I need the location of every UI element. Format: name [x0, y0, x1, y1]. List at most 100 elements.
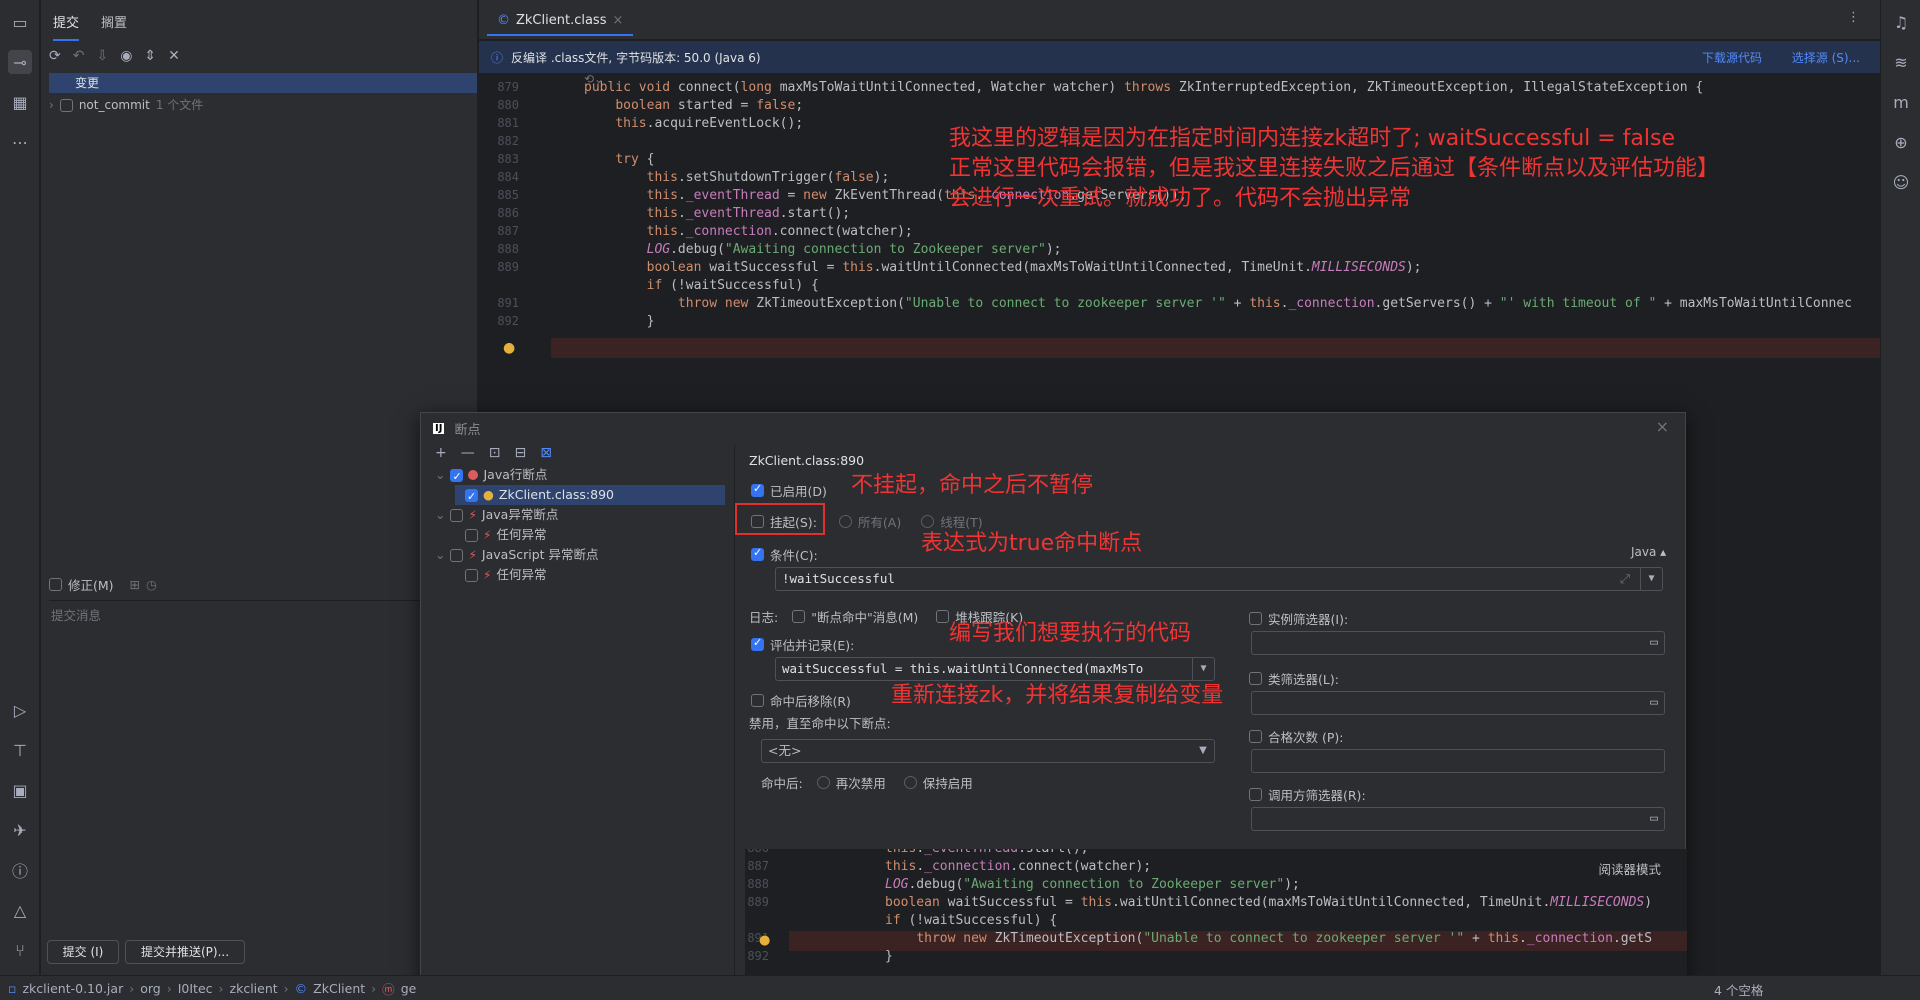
- instance-filter-checkbox[interactable]: [1249, 612, 1262, 625]
- any-exception-js-checkbox[interactable]: [465, 568, 478, 582]
- ai-assistant-icon[interactable]: ☺: [1889, 170, 1913, 194]
- jrebel-icon[interactable]: ✈: [8, 818, 32, 842]
- amend-checkbox[interactable]: [49, 578, 62, 591]
- any-exception-checkbox[interactable]: [465, 528, 478, 542]
- folder-icon[interactable]: ▭: [1650, 632, 1658, 654]
- java-exception-checkbox[interactable]: [450, 508, 464, 522]
- tab-shelf[interactable]: 搁置: [101, 12, 127, 41]
- project-icon[interactable]: ▭: [8, 10, 32, 34]
- instance-filter-input[interactable]: ▭: [1251, 631, 1665, 655]
- commit-options-icon[interactable]: ⊞: [130, 577, 140, 592]
- more-icon[interactable]: ⋯: [8, 130, 32, 154]
- suspend-checkbox[interactable]: [751, 515, 764, 528]
- folder-icon[interactable]: ▭: [1650, 692, 1658, 714]
- close-tab-icon[interactable]: ×: [612, 13, 623, 28]
- indent-info[interactable]: 4 个空格: [1714, 980, 1763, 999]
- group-by-class-icon[interactable]: ⊟: [514, 445, 526, 461]
- evaluate-dropdown-icon[interactable]: ▼: [1192, 658, 1214, 680]
- zkclient-890-checkbox[interactable]: [465, 487, 478, 507]
- commit-push-button[interactable]: 提交并推送(P)...: [125, 940, 245, 964]
- dialog-close-icon[interactable]: ×: [1656, 417, 1669, 436]
- tree-any-exception-java[interactable]: ⚡ 任何异常: [465, 525, 546, 545]
- condition-checkbox[interactable]: [751, 546, 764, 561]
- disable-again-radio[interactable]: [816, 776, 830, 789]
- run-icon[interactable]: ▷: [8, 698, 32, 722]
- rollback-icon[interactable]: ↶: [73, 48, 85, 64]
- class-filter-input[interactable]: ▭: [1251, 691, 1665, 715]
- commit-message-area[interactable]: 提交消息: [49, 600, 477, 940]
- plugin-icon[interactable]: ⊕: [1889, 130, 1913, 154]
- caller-filter-checkbox[interactable]: [1249, 788, 1262, 801]
- commit-button[interactable]: 提交 (I): [47, 940, 119, 964]
- group-by-file-icon[interactable]: ⊠: [540, 445, 552, 461]
- tab-menu-icon[interactable]: ⋮: [1847, 10, 1860, 25]
- tab-title: ZkClient.class: [516, 12, 607, 28]
- remove-icon[interactable]: —: [461, 445, 475, 461]
- crumb-i0itec[interactable]: I0Itec: [178, 981, 213, 996]
- crumb-zkclient-pkg[interactable]: zkclient: [230, 981, 278, 996]
- enabled-checkbox[interactable]: [751, 482, 764, 497]
- tree-js-exception-breakpoints[interactable]: ⌄ ⚡ JavaScript 异常断点: [435, 545, 599, 565]
- crumb-method[interactable]: ge: [401, 981, 417, 996]
- expand-field-icon[interactable]: ⤢: [1620, 568, 1630, 590]
- add-icon[interactable]: +: [435, 445, 447, 461]
- suspend-thread-radio[interactable]: [921, 515, 935, 528]
- changes-node[interactable]: 变更: [49, 73, 477, 93]
- tree-java-exception-breakpoints[interactable]: ⌄ ⚡ Java异常断点: [435, 505, 558, 525]
- refresh-icon[interactable]: ⟳: [49, 48, 61, 64]
- maven-icon[interactable]: m: [1889, 90, 1913, 114]
- disable-until-select[interactable]: <无> ▼: [761, 739, 1215, 763]
- build-icon[interactable]: ⊤: [8, 738, 32, 762]
- crumb-zkclient-class[interactable]: ZkClient: [313, 981, 365, 996]
- database-icon[interactable]: ≋: [1889, 50, 1913, 74]
- java-line-checkbox[interactable]: [450, 467, 464, 487]
- tab-zkclient-class[interactable]: © ZkClient.class ×: [487, 6, 634, 36]
- commit-icon[interactable]: ⊸: [8, 50, 32, 74]
- conditional-breakpoint-icon[interactable]: ●: [503, 340, 515, 356]
- keep-enabled-radio[interactable]: [903, 776, 917, 789]
- collapse-icon[interactable]: ✕: [168, 48, 180, 64]
- js-exception-checkbox[interactable]: [450, 548, 464, 562]
- reader-mode-label[interactable]: 阅读器模式: [1598, 859, 1661, 878]
- log-message-checkbox[interactable]: [792, 610, 806, 623]
- eye-icon[interactable]: ◉: [120, 48, 132, 64]
- group-by-package-icon[interactable]: ⊡: [489, 445, 501, 461]
- stack-trace-checkbox[interactable]: [936, 610, 950, 623]
- preview-breakpoint-icon[interactable]: ●: [759, 933, 770, 948]
- notifications-icon[interactable]: ♫: [1889, 10, 1913, 34]
- remove-once-hit-checkbox[interactable]: [751, 694, 764, 707]
- suspend-all-radio[interactable]: [838, 515, 852, 528]
- tree-any-exception-js[interactable]: ⚡ 任何异常: [465, 565, 546, 585]
- download-icon[interactable]: ⇩: [96, 48, 108, 64]
- changelist-not-commit[interactable]: › not_commit 1 个文件: [49, 95, 203, 115]
- chevron-down-icon[interactable]: ▼: [1192, 740, 1214, 762]
- condition-dropdown-icon[interactable]: ▼: [1640, 568, 1662, 590]
- git-icon[interactable]: ⑂: [8, 938, 32, 962]
- tab-commit[interactable]: 提交: [53, 12, 80, 41]
- code-editor[interactable]: ⟲⌄ 879 public void connect(long maxMsToWa…: [479, 74, 1880, 414]
- crumb-org[interactable]: org: [140, 981, 161, 996]
- folder-icon[interactable]: ▭: [1650, 808, 1658, 830]
- terminal-icon[interactable]: ▣: [8, 778, 32, 802]
- instance-filter-label: 实例筛选器(I):: [1268, 612, 1349, 627]
- condition-language[interactable]: Java ▴: [1631, 545, 1666, 559]
- warning-icon[interactable]: △: [8, 898, 32, 922]
- not-commit-checkbox[interactable]: [59, 98, 73, 112]
- crumb-jar[interactable]: zkclient-0.10.jar: [22, 981, 123, 996]
- class-filter-checkbox[interactable]: [1249, 672, 1262, 685]
- tree-zkclient-890[interactable]: ● ZkClient.class:890: [455, 485, 725, 507]
- download-sources-link[interactable]: 下载源代码: [1702, 49, 1762, 66]
- structure-icon[interactable]: ▦: [8, 90, 32, 114]
- choose-sources-link[interactable]: 选择源 (S)...: [1792, 49, 1860, 66]
- caller-filter-input[interactable]: ▭: [1251, 807, 1665, 831]
- evaluate-checkbox[interactable]: [751, 636, 764, 651]
- history-icon[interactable]: ◷: [146, 577, 157, 592]
- pass-count-input[interactable]: [1251, 749, 1665, 773]
- pass-count-checkbox[interactable]: [1249, 730, 1262, 743]
- tree-java-line-breakpoints[interactable]: ⌄Java行断点: [435, 465, 725, 487]
- problems-icon[interactable]: ⓘ: [8, 858, 32, 882]
- condition-input[interactable]: !waitSuccessful ⤢ ▼: [775, 567, 1663, 591]
- expand-icon[interactable]: ⇕: [144, 48, 156, 64]
- evaluate-input[interactable]: waitSuccessful = this.waitUntilConnected…: [775, 657, 1215, 681]
- chevron-right-icon[interactable]: ›: [49, 95, 54, 115]
